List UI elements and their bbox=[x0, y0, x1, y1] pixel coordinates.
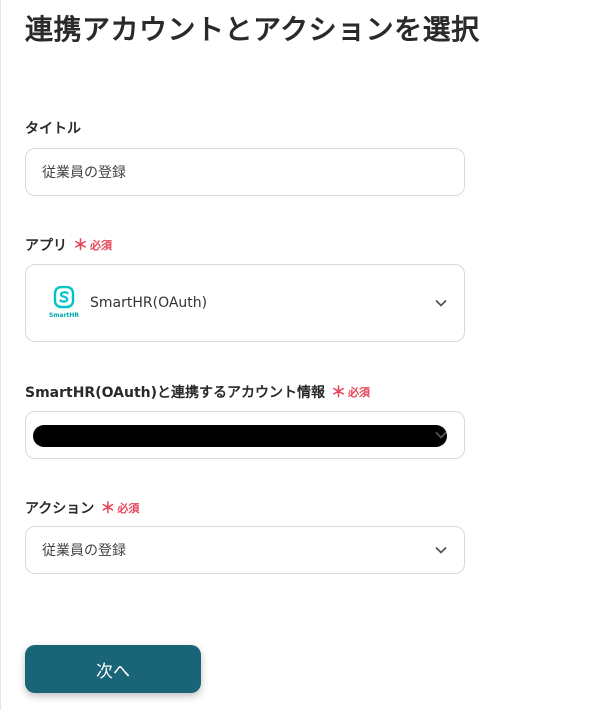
app-icon-caption: SmartHR bbox=[49, 312, 79, 319]
redacted-account-value bbox=[33, 425, 447, 447]
required-mark: ＊ bbox=[100, 499, 116, 517]
required-text: 必須 bbox=[348, 385, 371, 399]
title-input[interactable]: 従業員の登録 bbox=[25, 148, 465, 196]
action-field-label: アクション ＊ 必須 bbox=[25, 497, 139, 518]
chevron-down-icon bbox=[435, 300, 447, 307]
next-button[interactable]: 次へ bbox=[25, 645, 201, 693]
action-select[interactable]: 従業員の登録 bbox=[25, 526, 465, 574]
title-field-label: タイトル bbox=[25, 118, 81, 138]
page: 連携アカウントとアクションを選択 タイトル 従業員の登録 アプリ ＊ 必須 Sm… bbox=[0, 0, 589, 710]
action-select-value: 従業員の登録 bbox=[42, 543, 126, 559]
title-label-text: タイトル bbox=[25, 121, 81, 137]
app-label-text: アプリ bbox=[25, 237, 67, 254]
account-label-text: SmartHR(OAuth)と連携するアカウント情報 bbox=[25, 384, 325, 401]
account-select[interactable] bbox=[25, 411, 465, 459]
action-label-text: アクション bbox=[25, 500, 95, 517]
required-mark: ＊ bbox=[73, 236, 89, 254]
app-select-value: SmartHR(OAuth) bbox=[90, 295, 208, 311]
account-field-label: SmartHR(OAuth)と連携するアカウント情報 ＊ 必須 bbox=[25, 381, 370, 402]
app-field-label: アプリ ＊ 必須 bbox=[25, 234, 112, 255]
app-select[interactable]: SmartHR SmartHR(OAuth) bbox=[25, 264, 465, 342]
required-text: 必須 bbox=[90, 238, 113, 252]
title-input-value: 従業員の登録 bbox=[42, 165, 126, 181]
smarthr-logo-icon: SmartHR bbox=[48, 285, 80, 320]
chevron-down-icon bbox=[435, 432, 447, 439]
required-mark: ＊ bbox=[331, 383, 347, 401]
chevron-down-icon bbox=[435, 547, 447, 554]
page-title: 連携アカウントとアクションを選択 bbox=[25, 13, 480, 46]
required-text: 必須 bbox=[117, 501, 140, 515]
